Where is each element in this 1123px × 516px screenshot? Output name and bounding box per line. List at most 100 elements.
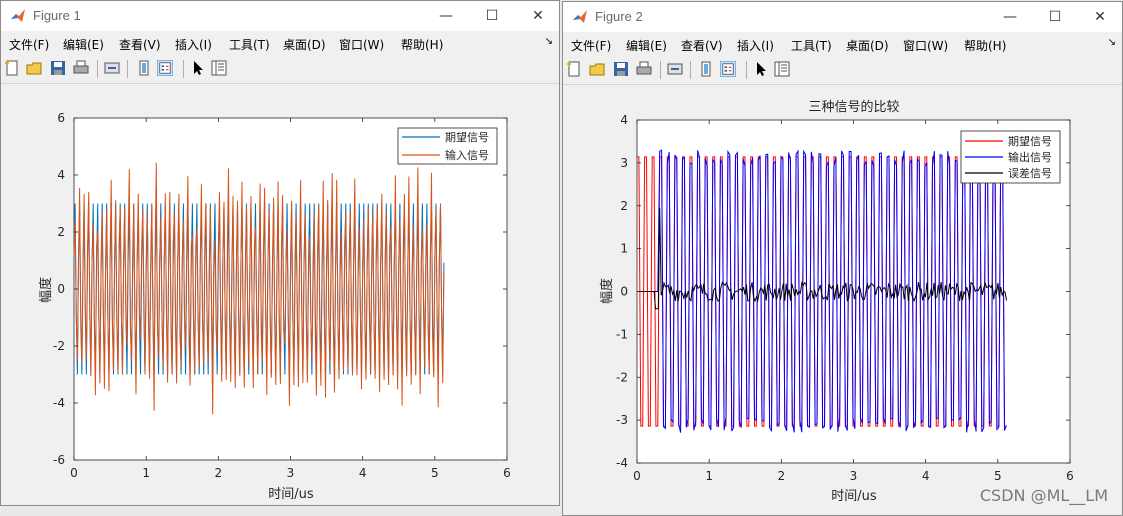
toolbar xyxy=(1,55,559,84)
x-tick-label: 0 xyxy=(70,466,78,480)
menu-window[interactable]: 窗口(W) xyxy=(339,36,384,53)
y-tick-label: -6 xyxy=(53,453,65,467)
y-tick-label: 6 xyxy=(57,111,65,125)
legend-entry-error: 误差信号 xyxy=(1008,166,1052,180)
maximize-button[interactable]: ☐ xyxy=(1040,6,1070,28)
y-tick-label: -4 xyxy=(53,396,65,410)
x-tick-label: 2 xyxy=(778,469,786,483)
print-icon[interactable] xyxy=(73,60,89,76)
x-axis-label: 时间/us xyxy=(268,487,314,502)
title-bar[interactable]: Figure 1 — ☐ ✕ xyxy=(1,1,559,31)
x-tick-label: 6 xyxy=(1066,469,1074,483)
window-title: Figure 1 xyxy=(33,8,81,23)
maximize-button[interactable]: ☐ xyxy=(477,5,507,27)
x-tick-label: 4 xyxy=(922,469,930,483)
legend-entry-desired: 期望信号 xyxy=(1008,135,1052,148)
menu-edit[interactable]: 编辑(E) xyxy=(626,37,667,54)
toolbar xyxy=(563,56,1122,85)
y-tick-label: -3 xyxy=(616,413,628,427)
y-tick-label: 3 xyxy=(620,156,628,170)
insert-legend-icon[interactable] xyxy=(720,61,736,77)
x-tick-label: 3 xyxy=(287,466,295,480)
save-icon[interactable] xyxy=(50,60,66,76)
toolbar-separator xyxy=(97,60,98,78)
y-axis-label: 幅度 xyxy=(599,278,615,304)
menu-bar: 文件(F) 编辑(E) 查看(V) 插入(I) 工具(T) 桌面(D) 窗口(W… xyxy=(563,32,1122,56)
x-tick-label: 4 xyxy=(359,466,367,480)
x-tick-label: 3 xyxy=(850,469,858,483)
link-plot-icon[interactable] xyxy=(104,60,120,76)
y-tick-label: 0 xyxy=(57,282,65,296)
menu-help[interactable]: 帮助(H) xyxy=(401,36,443,53)
menu-view[interactable]: 查看(V) xyxy=(119,36,161,53)
insert-colorbar-icon[interactable] xyxy=(136,60,152,76)
open-file-icon[interactable] xyxy=(26,60,42,76)
figure-2-plot-canvas: 三种信号的比较 0 1 2 3 4 5 6 -4 -3 -2 -1 0 1 2 3 4 时间/us 幅度 期望… xyxy=(563,85,1122,515)
menu-view[interactable]: 查看(V) xyxy=(681,37,723,54)
y-tick-label: 2 xyxy=(620,199,628,213)
y-axis-label: 幅度 xyxy=(38,277,54,303)
toolbar-separator xyxy=(183,60,184,78)
legend-1[interactable]: 期望信号 输入信号 xyxy=(397,127,498,165)
menu-overflow-icon[interactable]: ↘ xyxy=(1108,37,1116,48)
x-tick-label: 6 xyxy=(503,466,511,480)
toolbar-separator xyxy=(127,60,128,78)
menu-desktop[interactable]: 桌面(D) xyxy=(846,37,889,54)
close-button[interactable]: ✕ xyxy=(1085,6,1115,28)
print-icon[interactable] xyxy=(636,61,652,77)
save-icon[interactable] xyxy=(613,61,629,77)
menu-desktop[interactable]: 桌面(D) xyxy=(283,36,326,53)
new-figure-icon[interactable] xyxy=(4,60,20,76)
y-tick-label: -1 xyxy=(616,327,628,341)
legend-2[interactable]: 期望信号 输出信号 误差信号 xyxy=(960,130,1061,184)
toolbar-separator xyxy=(690,61,691,79)
watermark: CSDN @ML__LM xyxy=(979,486,1108,505)
menu-insert[interactable]: 插入(I) xyxy=(737,37,774,54)
figure-1-plot-canvas: 0 1 2 3 4 5 6 -6 -4 -2 0 2 4 6 时间/us 幅度 期望信号 输入信号 xyxy=(1,84,559,505)
menu-tools[interactable]: 工具(T) xyxy=(229,36,270,53)
close-button[interactable]: ✕ xyxy=(523,5,553,27)
y-tick-label: 1 xyxy=(620,242,628,256)
menu-insert[interactable]: 插入(I) xyxy=(175,36,212,53)
insert-colorbar-icon[interactable] xyxy=(698,61,714,77)
legend-entry-output: 输出信号 xyxy=(1008,150,1052,164)
chart-title: 三种信号的比较 xyxy=(808,99,899,115)
y-tick-label: 2 xyxy=(57,225,65,239)
link-plot-icon[interactable] xyxy=(667,61,683,77)
minimize-button[interactable]: — xyxy=(431,5,461,27)
x-tick-label: 0 xyxy=(633,469,641,483)
x-tick-label: 5 xyxy=(431,466,439,480)
y-tick-label: -2 xyxy=(616,370,628,384)
legend-entry-input: 输入信号 xyxy=(445,148,489,162)
figure-1-window: Figure 1 — ☐ ✕ 文件(F) 编辑(E) 查看(V) 插入(I) 工… xyxy=(0,0,560,506)
property-inspector-icon[interactable] xyxy=(211,60,227,76)
open-file-icon[interactable] xyxy=(589,61,605,77)
title-bar[interactable]: Figure 2 — ☐ ✕ xyxy=(563,2,1122,32)
x-tick-label: 1 xyxy=(142,466,150,480)
y-tick-label: -4 xyxy=(616,456,628,470)
x-tick-label: 5 xyxy=(994,469,1002,483)
menu-tools[interactable]: 工具(T) xyxy=(791,37,832,54)
legend-entry-desired: 期望信号 xyxy=(445,131,489,144)
x-tick-label: 2 xyxy=(215,466,223,480)
menu-window[interactable]: 窗口(W) xyxy=(903,37,948,54)
menu-help[interactable]: 帮助(H) xyxy=(964,37,1006,54)
minimize-button[interactable]: — xyxy=(995,6,1025,28)
menu-file[interactable]: 文件(F) xyxy=(9,36,49,53)
toolbar-separator xyxy=(746,61,747,79)
toolbar-separator xyxy=(660,61,661,79)
property-inspector-icon[interactable] xyxy=(774,61,790,77)
x-axis-label: 时间/us xyxy=(831,489,877,504)
menu-overflow-icon[interactable]: ↘ xyxy=(545,36,553,47)
edit-plot-arrow-icon[interactable] xyxy=(753,61,769,77)
edit-plot-arrow-icon[interactable] xyxy=(190,60,206,76)
menu-edit[interactable]: 编辑(E) xyxy=(63,36,104,53)
matlab-logo-icon xyxy=(573,10,587,23)
y-tick-label: 4 xyxy=(620,113,628,127)
x-tick-label: 1 xyxy=(705,469,713,483)
new-figure-icon[interactable] xyxy=(566,61,582,77)
menu-file[interactable]: 文件(F) xyxy=(571,37,611,54)
y-tick-label: 4 xyxy=(57,168,65,182)
window-title: Figure 2 xyxy=(595,9,643,24)
insert-legend-icon[interactable] xyxy=(157,60,173,76)
